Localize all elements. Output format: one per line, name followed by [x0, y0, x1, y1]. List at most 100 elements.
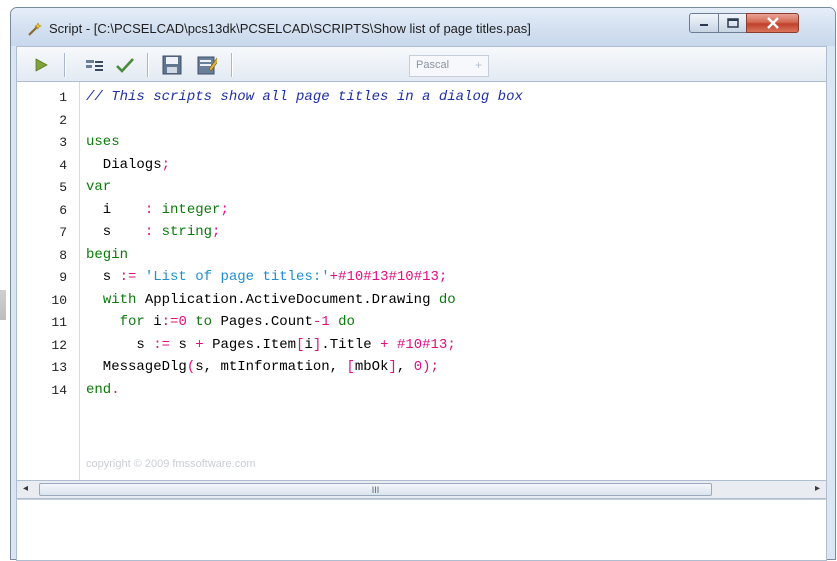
- maximize-button[interactable]: [718, 13, 747, 33]
- line-number: 9: [59, 270, 67, 285]
- line-number: 6: [59, 202, 67, 218]
- code-token: [: [346, 359, 355, 375]
- scroll-grip-icon: III: [371, 485, 380, 495]
- code-token: 'List of page titles:': [144, 269, 330, 285]
- run-button[interactable]: [31, 55, 51, 75]
- code-token: do: [338, 314, 355, 330]
- code-token: (: [186, 359, 196, 375]
- close-button[interactable]: [746, 13, 799, 33]
- code-line[interactable]: Dialogs;: [86, 157, 170, 173]
- minimize-icon: [700, 24, 708, 26]
- code-token: Dialogs: [86, 156, 162, 173]
- code-token: +: [195, 336, 213, 353]
- code-token: Pages.Count: [212, 314, 313, 330]
- line-number: 14: [51, 382, 67, 398]
- code-token: 0: [413, 359, 423, 375]
- code-line[interactable]: s := 'List of page titles:'+#10#13#10#13…: [86, 269, 448, 285]
- code-line[interactable]: s := s + Pages.Item[i].Title + #10#13;: [86, 336, 456, 353]
- code-token: s: [86, 224, 145, 240]
- code-token: 1: [321, 314, 330, 330]
- syntax-check-button[interactable]: [85, 55, 105, 75]
- minimize-button[interactable]: [689, 13, 719, 33]
- code-token: s: [178, 336, 196, 353]
- line-number: 11: [51, 315, 67, 330]
- code-line[interactable]: s : string;: [86, 224, 221, 240]
- compile-button[interactable]: [115, 55, 135, 75]
- code-token: to: [195, 314, 213, 330]
- copyright-watermark: copyright © 2009 fmssoftware.com: [86, 458, 256, 470]
- code-token: +: [329, 269, 339, 285]
- code-token: // This scripts show all page titles in …: [86, 89, 523, 105]
- code-token: :: [144, 201, 162, 218]
- code-token: #10#13: [396, 336, 448, 353]
- toolbar-separator: [64, 53, 66, 77]
- scroll-thumb[interactable]: III: [39, 483, 712, 496]
- maximize-icon: [726, 18, 739, 28]
- scroll-right-icon[interactable]: ▸: [815, 483, 820, 494]
- code-token: do: [438, 291, 456, 308]
- code-line[interactable]: end.: [86, 382, 120, 398]
- code-token: ;: [447, 336, 456, 353]
- code-line[interactable]: for i:=0 to Pages.Count-1 do: [86, 314, 355, 330]
- line-number: 4: [59, 157, 67, 173]
- code-token: s, mtInformation,: [195, 359, 347, 375]
- code-token: );: [422, 359, 439, 375]
- code-line[interactable]: with Application.ActiveDocument.Drawing …: [86, 292, 456, 308]
- code-line[interactable]: i : integer;: [86, 202, 229, 218]
- code-token: begin: [86, 246, 129, 263]
- toolbar-separator: [147, 53, 149, 77]
- code-token: Pages.Item: [212, 336, 297, 353]
- line-number: 7: [59, 225, 67, 240]
- title-bar[interactable]: Script - [C:\PCSELCAD\pcs13dk\PCSELCAD\S…: [11, 8, 835, 46]
- edit-icon: [197, 56, 217, 75]
- run-icon: [35, 58, 48, 72]
- output-pane[interactable]: [16, 499, 827, 561]
- code-token: :=: [119, 269, 145, 285]
- line-number: 3: [59, 135, 67, 150]
- code-token: MessageDlg: [86, 359, 187, 375]
- code-token: mbOk: [354, 359, 389, 375]
- script-wand-icon: [28, 22, 42, 36]
- code-editor[interactable]: 1 2 3 4 5 6 7 8 9 10 11 12 13 14 // This scripts show…: [16, 82, 827, 481]
- code-token: i: [144, 314, 162, 330]
- language-value: Pascal: [416, 59, 450, 71]
- code-token: #10#13#10#13: [338, 269, 439, 285]
- save-button[interactable]: [162, 55, 182, 75]
- code-token: Application.ActiveDocument.Drawing: [136, 291, 439, 308]
- code-token: s: [86, 336, 154, 353]
- code-token: i: [86, 201, 145, 218]
- close-icon: [766, 17, 779, 29]
- code-token: +: [380, 336, 397, 353]
- line-number: 8: [59, 247, 67, 263]
- code-token: ;: [438, 269, 448, 285]
- scroll-left-icon[interactable]: ◂: [23, 483, 28, 494]
- code-line[interactable]: uses: [86, 134, 120, 150]
- code-token: 0: [178, 314, 187, 330]
- line-number: 12: [51, 337, 67, 353]
- line-number-gutter: 1 2 3 4 5 6 7 8 9 10 11 12 13 14: [17, 82, 80, 480]
- code-token: :: [144, 224, 162, 240]
- line-number: 2: [59, 112, 67, 128]
- dropdown-arrow-icon: +: [474, 58, 482, 72]
- horizontal-scrollbar[interactable]: ◂ III ▸: [16, 481, 827, 499]
- line-number: 5: [59, 180, 67, 195]
- syntax-check-icon: [86, 60, 103, 71]
- code-line[interactable]: // This scripts show all page titles in …: [86, 89, 523, 105]
- window-title: Script - [C:\PCSELCAD\pcs13dk\PCSELCAD\S…: [49, 21, 531, 36]
- checkmark-icon: [116, 58, 134, 73]
- toolbar-separator: [231, 53, 233, 77]
- code-line[interactable]: MessageDlg(s, mtInformation, [mbOk], 0);: [86, 359, 439, 375]
- code-line[interactable]: begin: [86, 247, 128, 263]
- language-select[interactable]: Pascal +: [409, 55, 489, 77]
- edit-button[interactable]: [197, 55, 217, 75]
- code-token: .: [111, 381, 120, 398]
- code-token: :=: [153, 336, 179, 353]
- background-edge: [0, 290, 6, 320]
- code-token: integer: [161, 201, 221, 218]
- code-token: ;: [220, 201, 229, 218]
- code-line[interactable]: var: [86, 179, 111, 195]
